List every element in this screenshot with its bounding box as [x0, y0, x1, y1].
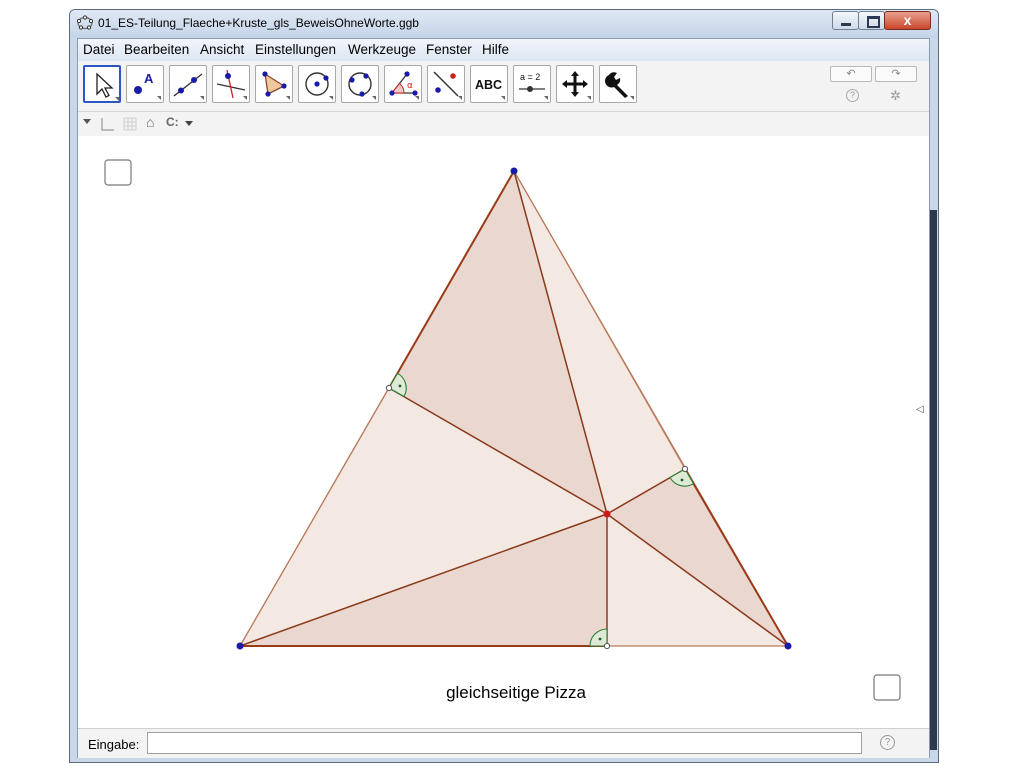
perpendicular-line-tool-icon: [216, 69, 247, 100]
axes-toggle-icon[interactable]: [100, 116, 116, 132]
polygon-tool-button[interactable]: [255, 65, 293, 103]
circle-tool-button[interactable]: [298, 65, 336, 103]
close-icon: x: [903, 12, 912, 28]
text-tool-button[interactable]: ABC: [470, 65, 508, 103]
style-bar: ⌂ C:: [78, 112, 929, 137]
menu-datei[interactable]: Datei: [83, 42, 115, 57]
angle-tool-button[interactable]: α: [384, 65, 422, 103]
input-help-icon[interactable]: ?: [880, 735, 895, 750]
close-button[interactable]: x: [884, 11, 931, 30]
title-bar[interactable]: 01_ES-Teilung_Flaeche+Kruste_gls_BeweisO…: [70, 10, 938, 38]
menu-bar: Datei Bearbeiten Ansicht Einstellungen W…: [78, 39, 929, 62]
wrench-tool-button[interactable]: [599, 65, 637, 103]
menu-hilfe[interactable]: Hilfe: [482, 42, 509, 57]
angle-tool-icon: α: [389, 71, 419, 100]
home-icon[interactable]: ⌂: [146, 114, 154, 130]
point-tool-icon: A: [134, 71, 161, 100]
polygon-tool-icon: [262, 71, 290, 100]
window-edge-strip: [930, 210, 937, 750]
menu-fenster[interactable]: Fenster: [426, 42, 472, 57]
minimize-icon: [841, 23, 851, 26]
input-label: Eingabe:: [88, 737, 140, 752]
panel-toggle-icon[interactable]: ◁: [916, 404, 924, 415]
move-graphics-view-tool-icon: [562, 71, 591, 100]
right-angle-dot-right: [680, 478, 684, 482]
svg-text:ABC: ABC: [475, 78, 502, 92]
toolbar: A α ABC a = 2 ↶ ↷ ? ✲: [78, 61, 929, 112]
menu-ansicht[interactable]: Ansicht: [200, 42, 244, 57]
checkbox-top-left[interactable]: [104, 159, 132, 186]
maximize-button[interactable]: [858, 11, 885, 30]
foot-point-right: [681, 465, 689, 473]
vertex-right[interactable]: [784, 642, 792, 650]
maximize-icon: [867, 16, 880, 28]
checkbox-bottom-right[interactable]: [873, 674, 901, 701]
perpendicular-line-tool-button[interactable]: [212, 65, 250, 103]
collapse-triangle-icon[interactable]: [82, 118, 92, 126]
right-angle-dot-bottom: [598, 637, 602, 641]
text-tool-icon: ABC: [475, 78, 505, 100]
input-field[interactable]: [147, 732, 862, 754]
circle-three-points-tool-button[interactable]: [341, 65, 379, 103]
undo-button[interactable]: ↶: [830, 66, 872, 82]
interior-point[interactable]: [603, 510, 611, 518]
circle-three-points-tool-icon: [348, 72, 376, 100]
move-tool-button[interactable]: [83, 65, 121, 103]
chevron-down-icon[interactable]: [184, 120, 194, 128]
move-graphics-view-tool-button[interactable]: [556, 65, 594, 103]
circle-tool-icon: [305, 72, 333, 100]
vertex-left[interactable]: [236, 642, 244, 650]
window-title: 01_ES-Teilung_Flaeche+Kruste_gls_BeweisO…: [98, 16, 419, 30]
menu-werkzeuge[interactable]: Werkzeuge: [348, 42, 416, 57]
redo-button[interactable]: ↷: [875, 66, 917, 82]
grid-toggle-icon[interactable]: [122, 116, 138, 132]
geogebra-window: 01_ES-Teilung_Flaeche+Kruste_gls_BeweisO…: [69, 9, 939, 763]
move-tool-icon: [96, 72, 119, 101]
svg-text:A: A: [144, 71, 154, 86]
construction-svg[interactable]: gleichseitige Pizza: [78, 136, 929, 726]
wrench-tool-icon: [605, 72, 634, 100]
point-tool-button[interactable]: A: [126, 65, 164, 103]
foot-point-left: [385, 384, 393, 392]
reflect-tool-icon: [433, 71, 462, 100]
settings-icon[interactable]: ✲: [890, 88, 901, 104]
geogebra-app-icon: [76, 15, 94, 30]
svg-text:α: α: [407, 81, 413, 91]
minimize-button[interactable]: [832, 11, 859, 30]
line-tool-icon: [173, 73, 204, 100]
menu-bearbeiten[interactable]: Bearbeiten: [124, 42, 189, 57]
point-capture-icon[interactable]: C:: [166, 115, 179, 129]
caption-text: gleichseitige Pizza: [446, 683, 586, 702]
line-tool-button[interactable]: [169, 65, 207, 103]
vertex-top[interactable]: [510, 167, 518, 175]
menu-einstellungen[interactable]: Einstellungen: [255, 42, 336, 57]
help-icon[interactable]: ?: [846, 89, 859, 102]
input-bar: Eingabe: ?: [78, 728, 929, 758]
app-client-area: Datei Bearbeiten Ansicht Einstellungen W…: [77, 38, 930, 758]
slider-tool-button[interactable]: a = 2: [513, 65, 551, 103]
svg-text:a = 2: a = 2: [520, 72, 540, 82]
right-angle-dot-left: [398, 384, 402, 388]
reflect-tool-button[interactable]: [427, 65, 465, 103]
slider-tool-icon: a = 2: [519, 72, 548, 100]
foot-point-bottom: [603, 642, 611, 650]
graphics-view[interactable]: gleichseitige Pizza ◁: [78, 136, 929, 726]
